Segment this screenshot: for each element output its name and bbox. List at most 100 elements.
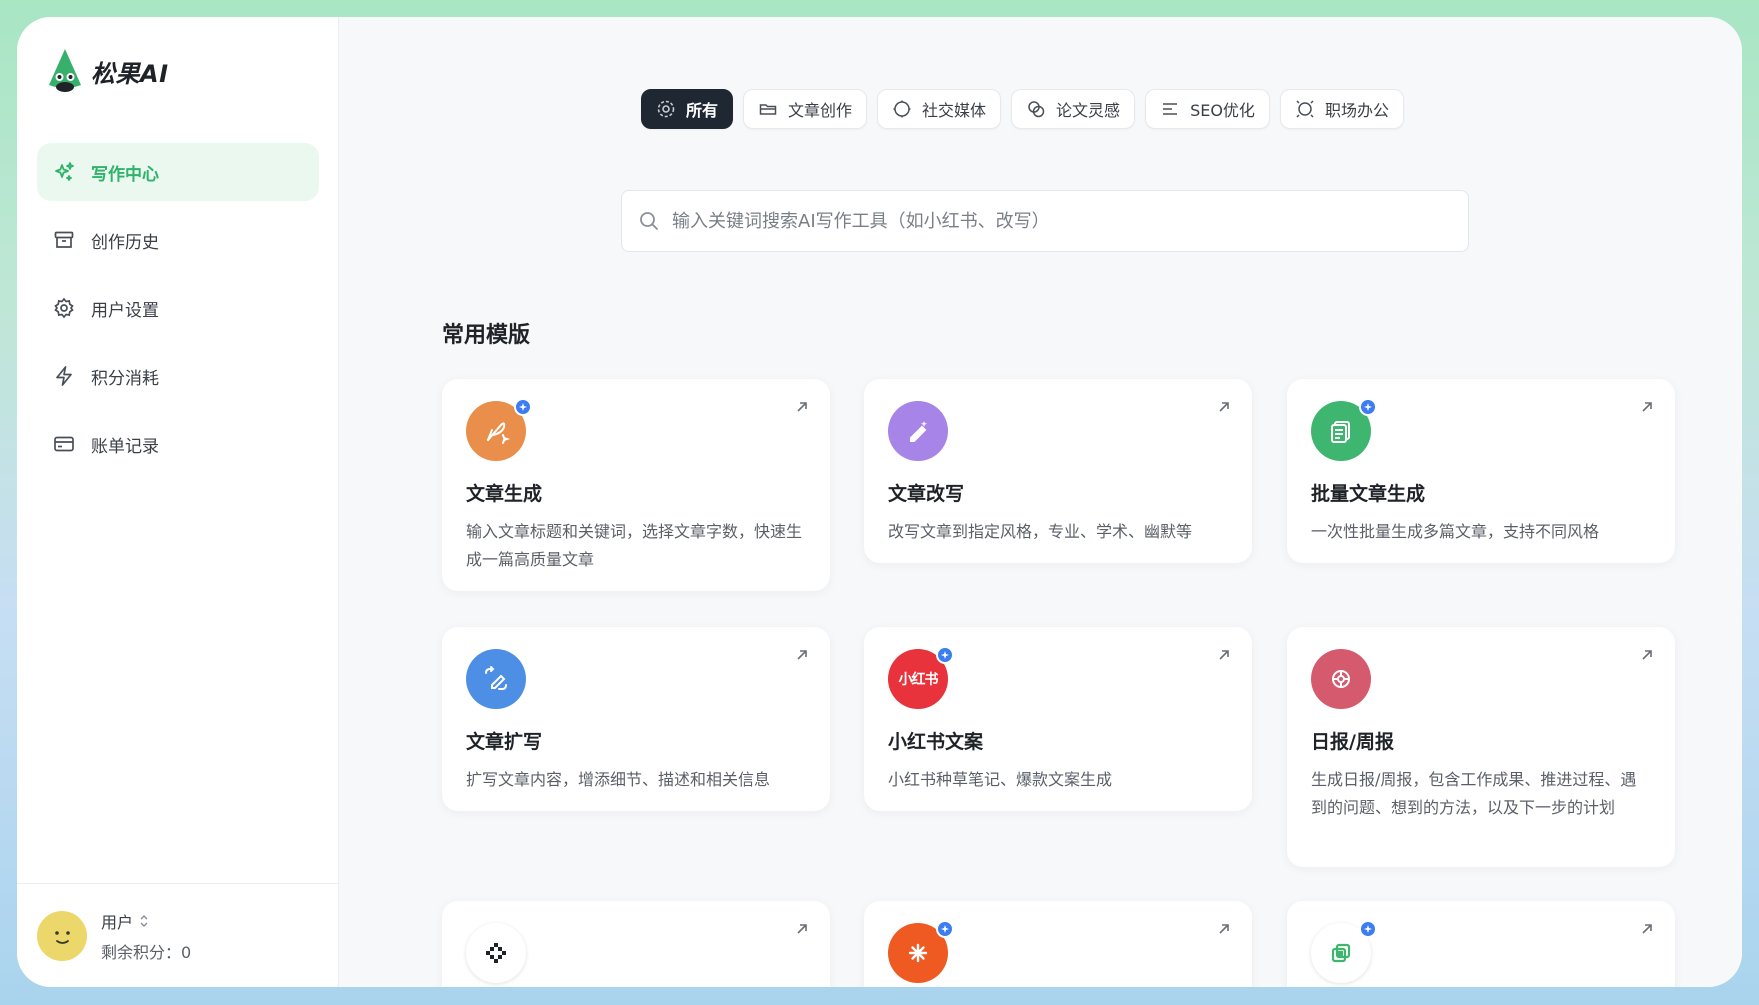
magic-pen-icon <box>888 401 948 461</box>
sidebar: 松果AI 写作中心 创作历史 用户设置 积分消耗 账单记录 用户 剩余积分：0 <box>17 17 339 987</box>
template-card-8[interactable] <box>864 901 1252 987</box>
card-desc: 扩写文章内容，增添细节、描述和相关信息 <box>466 770 771 789</box>
card-icon <box>53 433 75 455</box>
asterisk-icon <box>888 920 954 983</box>
template-card-daily-weekly-report[interactable]: 日报/周报 生成日报/周报，包含工作成果、推进过程、遇到的问题、想到的方法，以及… <box>1287 627 1675 867</box>
user-profile[interactable]: 用户 剩余积分：0 <box>17 883 338 987</box>
lightning-icon <box>53 365 75 387</box>
xiaohongshu-logo-text: 小红书 <box>898 672 939 688</box>
section-title: 常用模版 <box>442 323 531 348</box>
flower-icon <box>1311 649 1371 709</box>
arrow-up-right-icon <box>797 924 807 934</box>
card-title: 小红书文案 <box>888 731 984 753</box>
points-row: 剩余积分：0 <box>101 939 191 963</box>
arrow-up-right-icon <box>1219 924 1229 934</box>
tab-label: 论文灵感 <box>1056 101 1121 120</box>
tab-seo[interactable]: SEO优化 <box>1145 89 1270 129</box>
tab-label: 所有 <box>686 101 719 120</box>
sidebar-item-writing-center[interactable]: 写作中心 <box>37 143 319 201</box>
sidebar-item-user-settings[interactable]: 用户设置 <box>37 279 319 337</box>
badge-icon <box>936 920 954 938</box>
lines-icon <box>1160 99 1180 119</box>
arrow-up-right-icon <box>1642 924 1652 934</box>
arrow-up-right-icon <box>797 402 807 412</box>
template-card-article-rewrite[interactable]: 文章改写 改写文章到指定风格，专业、学术、幽默等 <box>864 379 1252 563</box>
sidebar-item-points-usage[interactable]: 积分消耗 <box>37 347 319 405</box>
tab-social-media[interactable]: 社交媒体 <box>877 89 1002 129</box>
smiley-face-icon <box>55 930 70 944</box>
tab-label: 社交媒体 <box>922 101 987 120</box>
feather-icon <box>466 398 532 461</box>
sidebar-item-label: 用户设置 <box>91 300 159 321</box>
card-desc: 输入文章标题和关键词，选择文章字数，快速生成一篇高质量文章 <box>466 522 803 569</box>
gear-icon <box>53 297 75 319</box>
tab-all[interactable]: 所有 <box>641 89 734 129</box>
points-value: 0 <box>181 942 192 962</box>
tab-label: 文章创作 <box>788 101 853 120</box>
expand-pen-icon <box>466 649 526 709</box>
avatar <box>37 910 87 961</box>
arrow-up-right-icon <box>1219 650 1229 660</box>
tab-label: 职场办公 <box>1324 101 1389 120</box>
sidebar-item-label: 账单记录 <box>91 436 159 457</box>
app-name: 松果AI <box>91 59 169 88</box>
arrow-up-right-icon <box>797 650 807 660</box>
card-title: 文章生成 <box>466 483 543 505</box>
sidebar-item-billing[interactable]: 账单记录 <box>37 415 319 473</box>
logo[interactable]: 松果AI <box>45 47 169 95</box>
circle-icon <box>892 99 912 119</box>
badge-icon <box>936 646 954 664</box>
template-card-9[interactable] <box>1287 901 1675 987</box>
badge-icon <box>1359 920 1377 938</box>
template-card-article-generation[interactable]: 文章生成 输入文章标题和关键词，选择文章字数，快速生成一篇高质量文章 <box>442 379 830 591</box>
template-card-article-expand[interactable]: 文章扩写 扩写文章内容，增添细节、描述和相关信息 <box>442 627 830 811</box>
card-title: 日报/周报 <box>1311 731 1394 753</box>
template-card-batch-generation[interactable]: 批量文章生成 一次性批量生成多篇文章，支持不同风格 <box>1287 379 1675 563</box>
tab-paper-inspiration[interactable]: 论文灵感 <box>1011 89 1136 129</box>
card-desc: 小红书种草笔记、爆款文案生成 <box>888 770 1113 789</box>
badge-icon <box>514 398 532 416</box>
points-label: 剩余积分： <box>101 942 182 962</box>
card-title: 批量文章生成 <box>1311 483 1426 505</box>
xiaohongshu-icon: 小红书 <box>888 646 954 709</box>
copy-square-icon <box>1311 920 1377 983</box>
tab-label: SEO优化 <box>1190 101 1255 120</box>
card-desc: 生成日报/周报，包含工作成果、推进过程、遇到的问题、想到的方法，以及下一步的计划 <box>1311 770 1637 817</box>
arrow-up-right-icon <box>1219 402 1229 412</box>
diamond-dots-icon <box>466 923 526 983</box>
sidebar-item-label: 创作历史 <box>91 232 159 253</box>
documents-icon <box>1311 398 1377 461</box>
card-title: 文章扩写 <box>466 731 543 753</box>
tab-workplace[interactable]: 职场办公 <box>1279 89 1404 129</box>
sidebar-item-creation-history[interactable]: 创作历史 <box>37 211 319 269</box>
category-tabs: 所有 文章创作 社交媒体 论文灵感 SEO优化 职场办公 <box>641 89 1404 129</box>
sidebar-item-label: 写作中心 <box>91 164 159 185</box>
user-meta: 用户 剩余积分：0 <box>101 909 191 963</box>
target-icon <box>656 99 676 119</box>
search-bar[interactable] <box>621 190 1469 252</box>
template-card-xiaohongshu[interactable]: 小红书 小红书文案 小红书种草笔记、爆款文案生成 <box>864 627 1252 811</box>
chevron-updown-icon <box>140 914 148 927</box>
search-input[interactable] <box>672 210 1468 232</box>
sparkles-icon <box>53 161 75 183</box>
folder-icon <box>758 99 778 119</box>
card-desc: 一次性批量生成多篇文章，支持不同风格 <box>1311 522 1600 541</box>
sidebar-item-label: 积分消耗 <box>91 368 159 389</box>
template-card-7[interactable] <box>442 901 830 987</box>
user-name-row[interactable]: 用户 <box>101 909 191 933</box>
pinecone-logo-icon <box>49 49 81 92</box>
user-name: 用户 <box>101 912 134 932</box>
search-icon <box>640 212 658 230</box>
ring-icon <box>1295 99 1315 119</box>
main-content: 所有 文章创作 社交媒体 论文灵感 SEO优化 职场办公 输入关键词搜索AI写作… <box>339 17 1742 987</box>
app-window: 松果AI 写作中心 创作历史 用户设置 积分消耗 账单记录 用户 剩余积分：0 … <box>17 17 1742 987</box>
sidebar-nav: 写作中心 创作历史 用户设置 积分消耗 账单记录 <box>37 143 319 483</box>
card-desc: 改写文章到指定风格，专业、学术、幽默等 <box>888 522 1193 541</box>
overlap-icon <box>1026 99 1046 119</box>
tab-article-creation[interactable]: 文章创作 <box>743 89 868 129</box>
badge-icon <box>1359 398 1377 416</box>
archive-icon <box>53 229 75 251</box>
arrow-up-right-icon <box>1642 402 1652 412</box>
arrow-up-right-icon <box>1642 650 1652 660</box>
card-title: 文章改写 <box>888 483 965 505</box>
